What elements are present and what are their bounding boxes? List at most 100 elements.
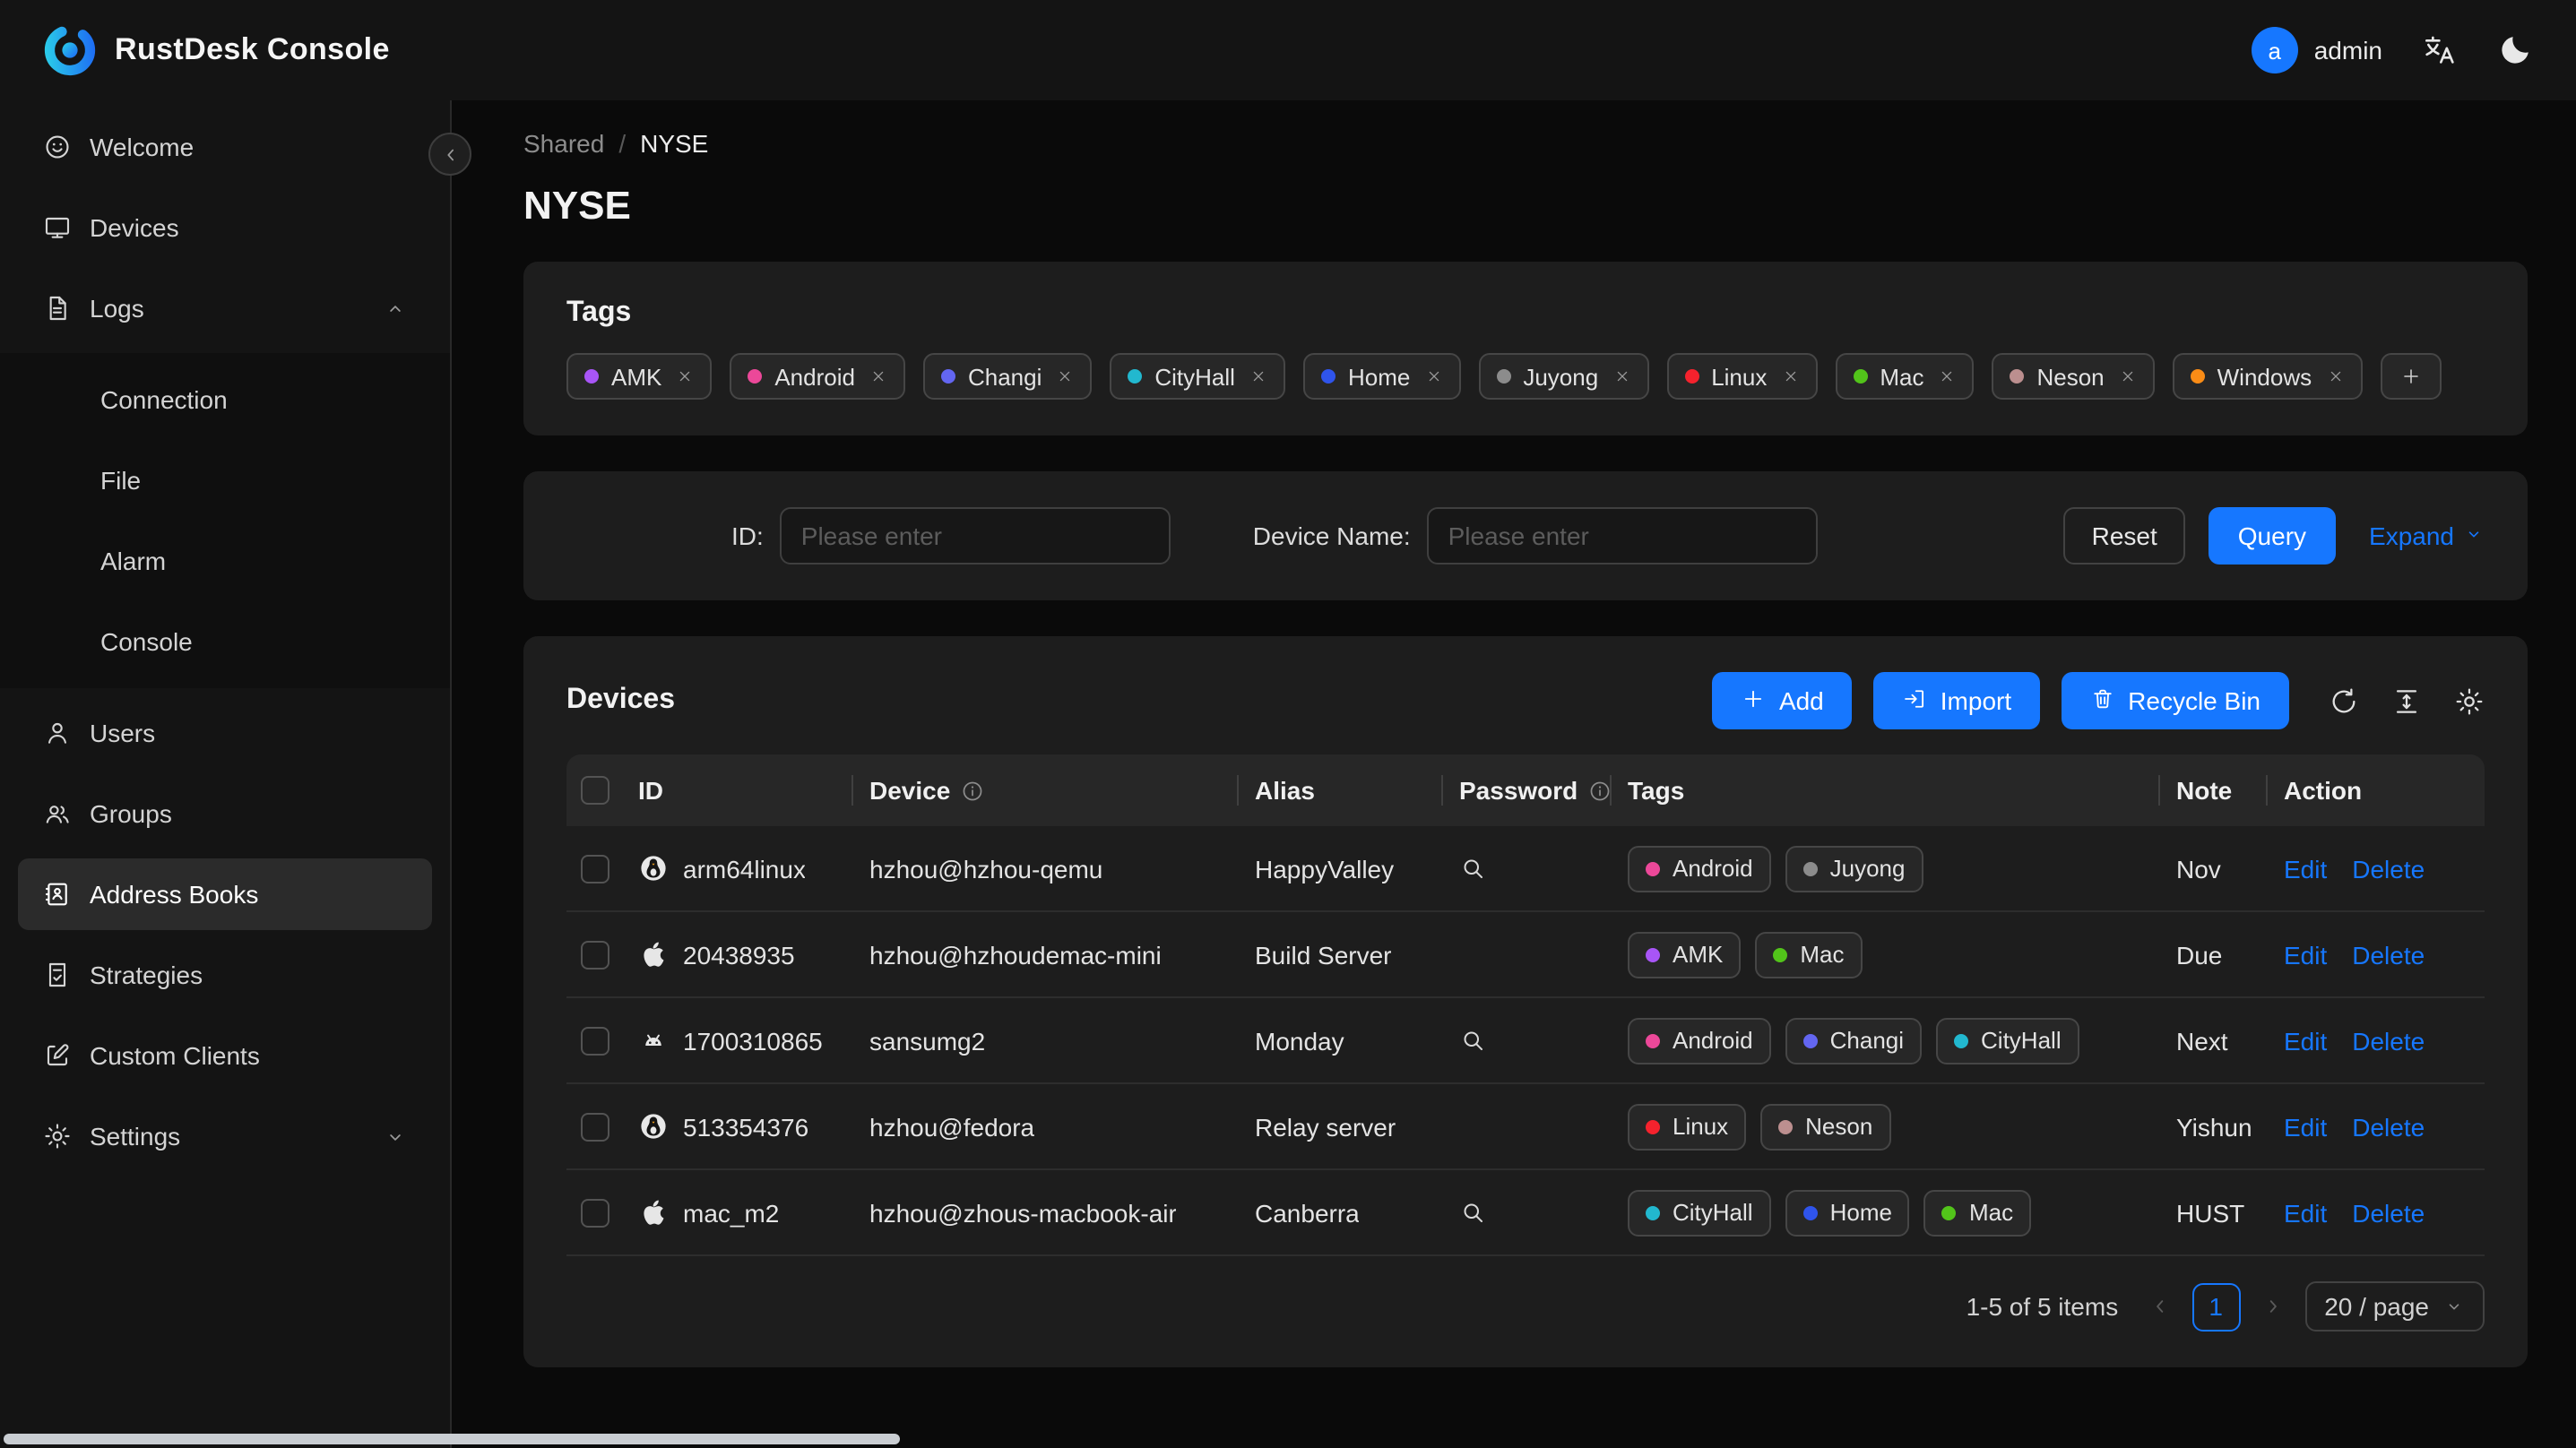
tag-label: Neson bbox=[1805, 1113, 1873, 1140]
import-button[interactable]: Import bbox=[1873, 672, 2041, 729]
delete-link[interactable]: Delete bbox=[2352, 854, 2425, 883]
sidebar-item-settings[interactable]: Settings bbox=[18, 1100, 432, 1172]
tag-chip-juyong[interactable]: Juyong bbox=[1478, 353, 1649, 400]
tag-chip-linux[interactable]: Linux bbox=[1628, 1103, 1747, 1150]
tag-close-icon[interactable] bbox=[1781, 367, 1799, 385]
language-button[interactable] bbox=[2422, 32, 2458, 68]
row-height-button[interactable] bbox=[2391, 685, 2422, 716]
sidebar-item-strategies[interactable]: Strategies bbox=[18, 939, 432, 1011]
sidebar-item-file[interactable]: File bbox=[0, 444, 450, 516]
sidebar-item-devices[interactable]: Devices bbox=[18, 192, 432, 263]
query-button[interactable]: Query bbox=[2209, 507, 2336, 565]
tag-close-icon[interactable] bbox=[869, 367, 887, 385]
edit-link[interactable]: Edit bbox=[2284, 1198, 2327, 1227]
sidebar-item-address-books[interactable]: Address Books bbox=[18, 858, 432, 930]
close-icon bbox=[873, 371, 884, 382]
close-icon bbox=[1942, 371, 1952, 382]
tag-chip-changi[interactable]: Changi bbox=[922, 353, 1093, 400]
tag-chip-linux[interactable]: Linux bbox=[1666, 353, 1818, 400]
edit-link[interactable]: Edit bbox=[2284, 1026, 2327, 1055]
chevron-down-icon bbox=[2449, 1304, 2459, 1310]
theme-toggle-button[interactable] bbox=[2497, 32, 2533, 68]
horizontal-scrollbar-thumb[interactable] bbox=[4, 1434, 900, 1444]
pagination-prev-button[interactable] bbox=[2147, 1294, 2172, 1319]
expand-toggle[interactable]: Expand bbox=[2369, 521, 2485, 550]
row-checkbox[interactable] bbox=[581, 854, 609, 883]
row-checkbox[interactable] bbox=[581, 1198, 609, 1227]
row-checkbox[interactable] bbox=[581, 1026, 609, 1055]
tag-close-icon[interactable] bbox=[2326, 367, 2344, 385]
sidebar-item-connection[interactable]: Connection bbox=[0, 364, 450, 435]
breadcrumb-parent[interactable]: Shared bbox=[523, 129, 604, 158]
tag-chip-mac[interactable]: Mac bbox=[1755, 931, 1863, 978]
tag-chip-neson[interactable]: Neson bbox=[1992, 353, 2155, 400]
sidebar-item-logs[interactable]: Logs bbox=[18, 272, 432, 344]
tag-close-icon[interactable] bbox=[1938, 367, 1956, 385]
tag-close-icon[interactable] bbox=[1612, 367, 1630, 385]
tag-chip-android[interactable]: Android bbox=[1628, 845, 1771, 892]
pagination-next-button[interactable] bbox=[2260, 1294, 2285, 1319]
tag-chip-amk[interactable]: AMK bbox=[566, 353, 713, 400]
tag-close-icon[interactable] bbox=[2119, 367, 2137, 385]
pagination-page-1[interactable]: 1 bbox=[2191, 1282, 2241, 1331]
refresh-button[interactable] bbox=[2329, 685, 2359, 716]
devices-card: Devices Add Import Recycle Bin ID Device… bbox=[523, 636, 2528, 1367]
delete-link[interactable]: Delete bbox=[2352, 1198, 2425, 1227]
add-tag-button[interactable] bbox=[2380, 353, 2442, 400]
tag-chip-amk[interactable]: AMK bbox=[1628, 931, 1742, 978]
tag-close-icon[interactable] bbox=[1056, 367, 1074, 385]
tag-close-icon[interactable] bbox=[676, 367, 694, 385]
edit-link[interactable]: Edit bbox=[2284, 1112, 2327, 1141]
sidebar-item-groups[interactable]: Groups bbox=[18, 778, 432, 849]
table-settings-button[interactable] bbox=[2454, 685, 2485, 716]
tag-chip-home[interactable]: Home bbox=[1785, 1189, 1910, 1236]
main-content: Shared / NYSE NYSE Tags AMK Android Chan… bbox=[452, 100, 2576, 1448]
edit-link[interactable]: Edit bbox=[2284, 940, 2327, 969]
select-all-checkbox[interactable] bbox=[581, 776, 609, 805]
delete-link[interactable]: Delete bbox=[2352, 1112, 2425, 1141]
view-password-button[interactable] bbox=[1459, 1199, 1486, 1226]
tag-chip-cityhall[interactable]: CityHall bbox=[1110, 353, 1285, 400]
tag-chip-mac[interactable]: Mac bbox=[1835, 353, 1975, 400]
column-header-note: Note bbox=[2176, 776, 2284, 805]
id-filter-input[interactable] bbox=[779, 507, 1171, 565]
search-icon bbox=[1464, 1031, 1482, 1050]
device-name-filter-input[interactable] bbox=[1426, 507, 1818, 565]
tag-chip-cityhall[interactable]: CityHall bbox=[1628, 1189, 1771, 1236]
recycle-bin-button[interactable]: Recycle Bin bbox=[2062, 672, 2289, 729]
tag-chip-home[interactable]: Home bbox=[1302, 353, 1461, 400]
tag-chip-android[interactable]: Android bbox=[1628, 1017, 1771, 1064]
avatar[interactable]: a bbox=[2251, 27, 2298, 73]
sidebar-item-console[interactable]: Console bbox=[0, 606, 450, 677]
tag-chip-cityhall[interactable]: CityHall bbox=[1936, 1017, 2079, 1064]
tag-chip-mac[interactable]: Mac bbox=[1923, 1189, 2032, 1236]
tags-card-title: Tags bbox=[566, 297, 632, 328]
plus-icon bbox=[2403, 369, 2417, 384]
delete-link[interactable]: Delete bbox=[2352, 1026, 2425, 1055]
sidebar-item-users[interactable]: Users bbox=[18, 697, 432, 769]
sidebar-collapse-button[interactable] bbox=[428, 133, 471, 176]
view-password-button[interactable] bbox=[1459, 855, 1486, 882]
tag-close-icon[interactable] bbox=[1424, 367, 1442, 385]
delete-link[interactable]: Delete bbox=[2352, 940, 2425, 969]
tag-chip-android[interactable]: Android bbox=[730, 353, 905, 400]
add-button[interactable]: Add bbox=[1712, 672, 1853, 729]
edit-link[interactable]: Edit bbox=[2284, 854, 2327, 883]
sidebar-item-alarm[interactable]: Alarm bbox=[0, 525, 450, 597]
tag-close-icon[interactable] bbox=[1249, 367, 1267, 385]
tag-label: AMK bbox=[1673, 941, 1724, 968]
page-size-select[interactable]: 20 / page bbox=[2304, 1281, 2485, 1332]
row-checkbox[interactable] bbox=[581, 940, 609, 969]
row-checkbox[interactable] bbox=[581, 1112, 609, 1141]
tag-chip-windows[interactable]: Windows bbox=[2172, 353, 2363, 400]
user-icon bbox=[48, 722, 66, 744]
tag-chip-neson[interactable]: Neson bbox=[1760, 1103, 1891, 1150]
tag-chip-changi[interactable]: Changi bbox=[1785, 1017, 1923, 1064]
view-password-button[interactable] bbox=[1459, 1027, 1486, 1054]
reset-button[interactable]: Reset bbox=[2062, 507, 2186, 565]
user-menu[interactable]: a admin bbox=[2251, 27, 2382, 73]
sidebar-item-welcome[interactable]: Welcome bbox=[18, 111, 432, 183]
sidebar-item-custom-clients[interactable]: Custom Clients bbox=[18, 1020, 432, 1091]
table-tools bbox=[2329, 685, 2485, 716]
tag-chip-juyong[interactable]: Juyong bbox=[1785, 845, 1923, 892]
